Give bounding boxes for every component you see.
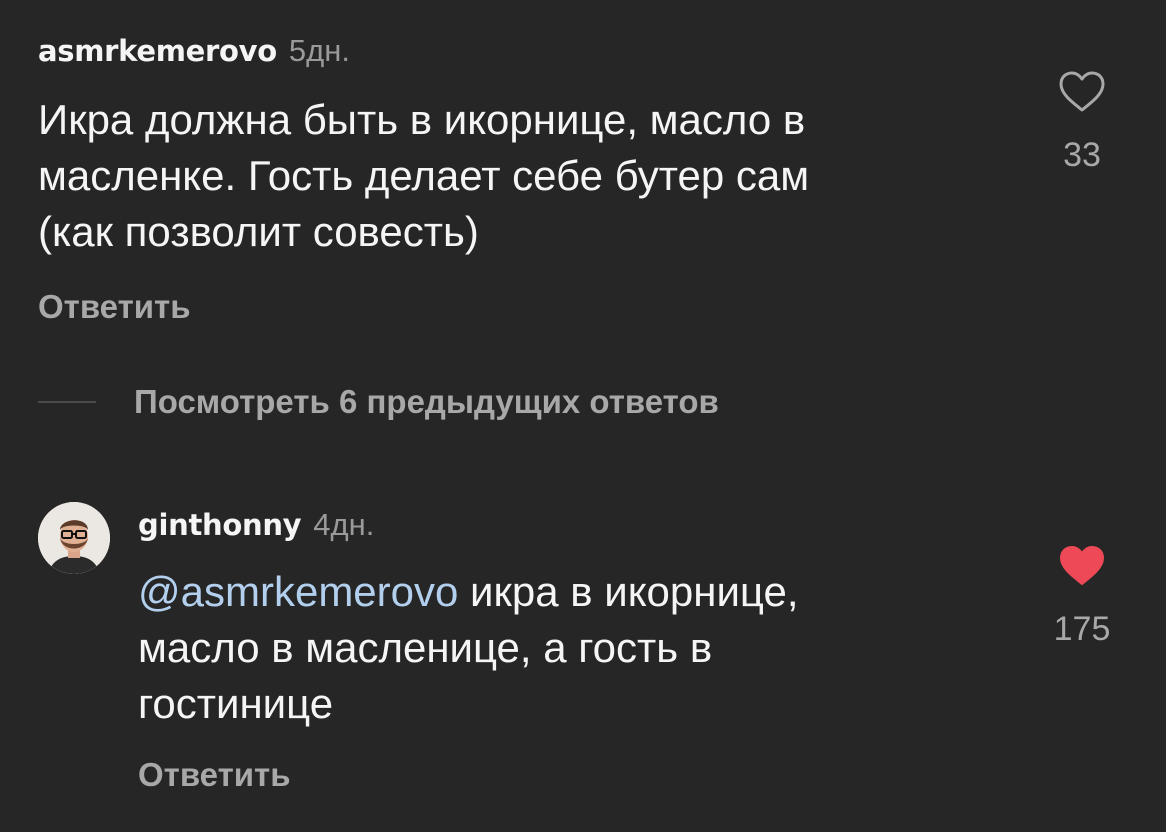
reply-text-line: гостинице	[138, 680, 334, 727]
comment-text: Икра должна быть в икорнице, масло в мас…	[38, 92, 809, 260]
reply-timestamp: 4дн.	[313, 507, 375, 542]
like-count: 33	[1063, 136, 1101, 174]
divider	[38, 401, 96, 403]
reply-text-line: масло в масленице, а гость в	[138, 624, 713, 671]
comment-timestamp: 5дн.	[288, 33, 350, 68]
reply-header: ginthonny 4дн.	[138, 500, 374, 556]
view-previous-replies-button[interactable]: Посмотреть 6 предыдущих ответов	[38, 383, 719, 421]
avatar-image	[38, 502, 110, 574]
avatar[interactable]	[38, 502, 110, 574]
comment-header: asmrkemerovo 5дн.	[38, 26, 350, 82]
reply-text-line: @asmrkemerovo икра в икорнице,	[138, 564, 799, 620]
reply-username[interactable]: ginthonny	[138, 508, 302, 542]
reply-text: @asmrkemerovo икра в икорнице, масло в м…	[138, 564, 799, 732]
like-count: 175	[1053, 610, 1111, 648]
reply-button[interactable]: Ответить	[138, 756, 291, 794]
comment-username[interactable]: asmrkemerovo	[38, 34, 277, 68]
view-replies-label: Посмотреть 6 предыдущих ответов	[134, 383, 719, 420]
reply-text-fragment: икра в икорнице,	[458, 568, 799, 615]
heart-filled-icon[interactable]	[1058, 544, 1106, 588]
like-area: 175	[1022, 544, 1142, 649]
heart-outline-icon[interactable]	[1058, 70, 1106, 114]
reply-button[interactable]: Ответить	[38, 288, 191, 326]
comment-text-line: (как позволит совесть)	[38, 208, 479, 255]
like-area: 33	[1022, 70, 1142, 175]
comment-text-line: масленке. Гость делает себе бутер сам	[38, 152, 810, 199]
comment-text-line: Икра должна быть в икорнице, масло в	[38, 96, 806, 143]
mention-link[interactable]: @asmrkemerovo	[138, 568, 458, 615]
